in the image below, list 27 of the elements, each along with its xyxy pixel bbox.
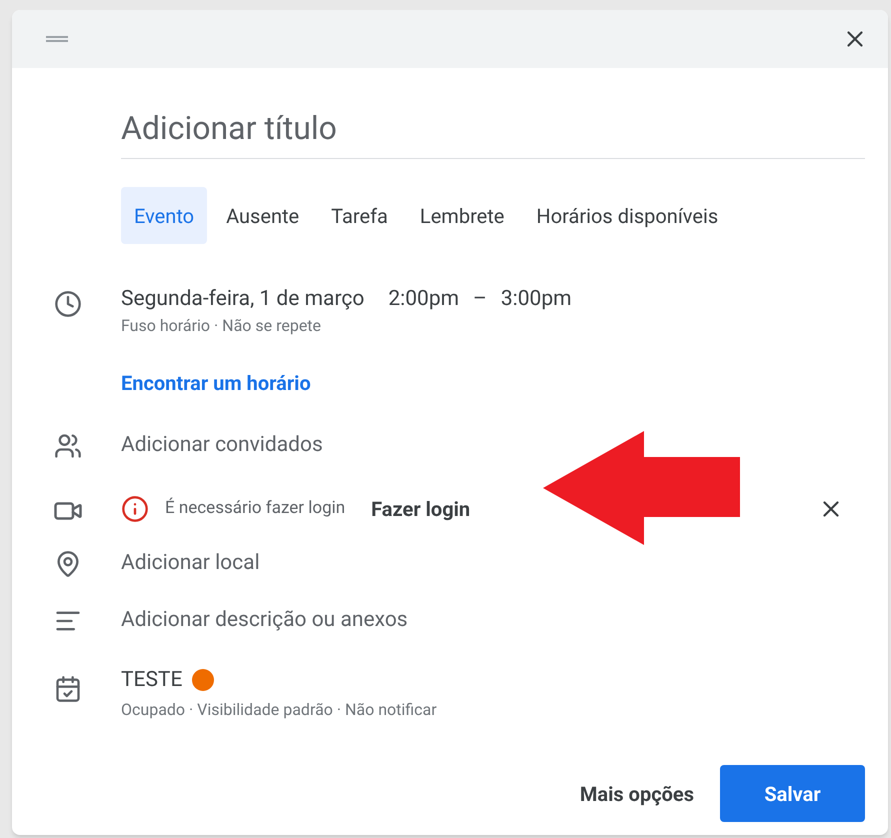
save-button[interactable]: Salvar	[720, 765, 865, 822]
date-text[interactable]: Segunda-feira, 1 de março	[121, 286, 364, 312]
login-required-text: É necessário fazer login	[165, 496, 346, 520]
event-type-tab[interactable]: Evento	[121, 187, 208, 244]
people-icon	[54, 432, 82, 460]
timezone-recurrence-text[interactable]: Fuso horário · Não se repete	[121, 314, 888, 338]
event-type-tab[interactable]: Ausente	[213, 187, 312, 244]
time-separator: –	[473, 286, 487, 312]
calendar-name[interactable]: TESTE	[121, 664, 182, 696]
title-field[interactable]: Adicionar título	[121, 104, 865, 159]
more-options-button[interactable]: Mais opções	[568, 766, 706, 822]
calendar-icon	[54, 674, 82, 702]
event-type-tab[interactable]: Horários disponíveis	[523, 187, 732, 244]
start-time[interactable]: 2:00pm	[388, 286, 460, 312]
add-location-field[interactable]: Adicionar local	[121, 546, 888, 579]
end-time[interactable]: 3:00pm	[500, 286, 572, 312]
add-description-field[interactable]: Adicionar descrição ou anexos	[121, 603, 888, 636]
add-guests-field[interactable]: Adicionar convidados	[121, 428, 888, 462]
left-arrow-icon	[543, 431, 740, 545]
clock-icon	[54, 290, 82, 318]
login-button[interactable]: Fazer login	[371, 494, 470, 524]
event-type-tab[interactable]: Tarefa	[318, 187, 401, 244]
calendar-details-text[interactable]: Ocupado · Visibilidade padrão · Não notificar	[121, 698, 888, 722]
drag-handle-icon[interactable]	[46, 36, 68, 42]
find-time-link[interactable]: Encontrar um horário	[121, 371, 311, 395]
event-type-tab[interactable]: Lembrete	[406, 187, 518, 244]
warning-icon	[121, 494, 149, 522]
